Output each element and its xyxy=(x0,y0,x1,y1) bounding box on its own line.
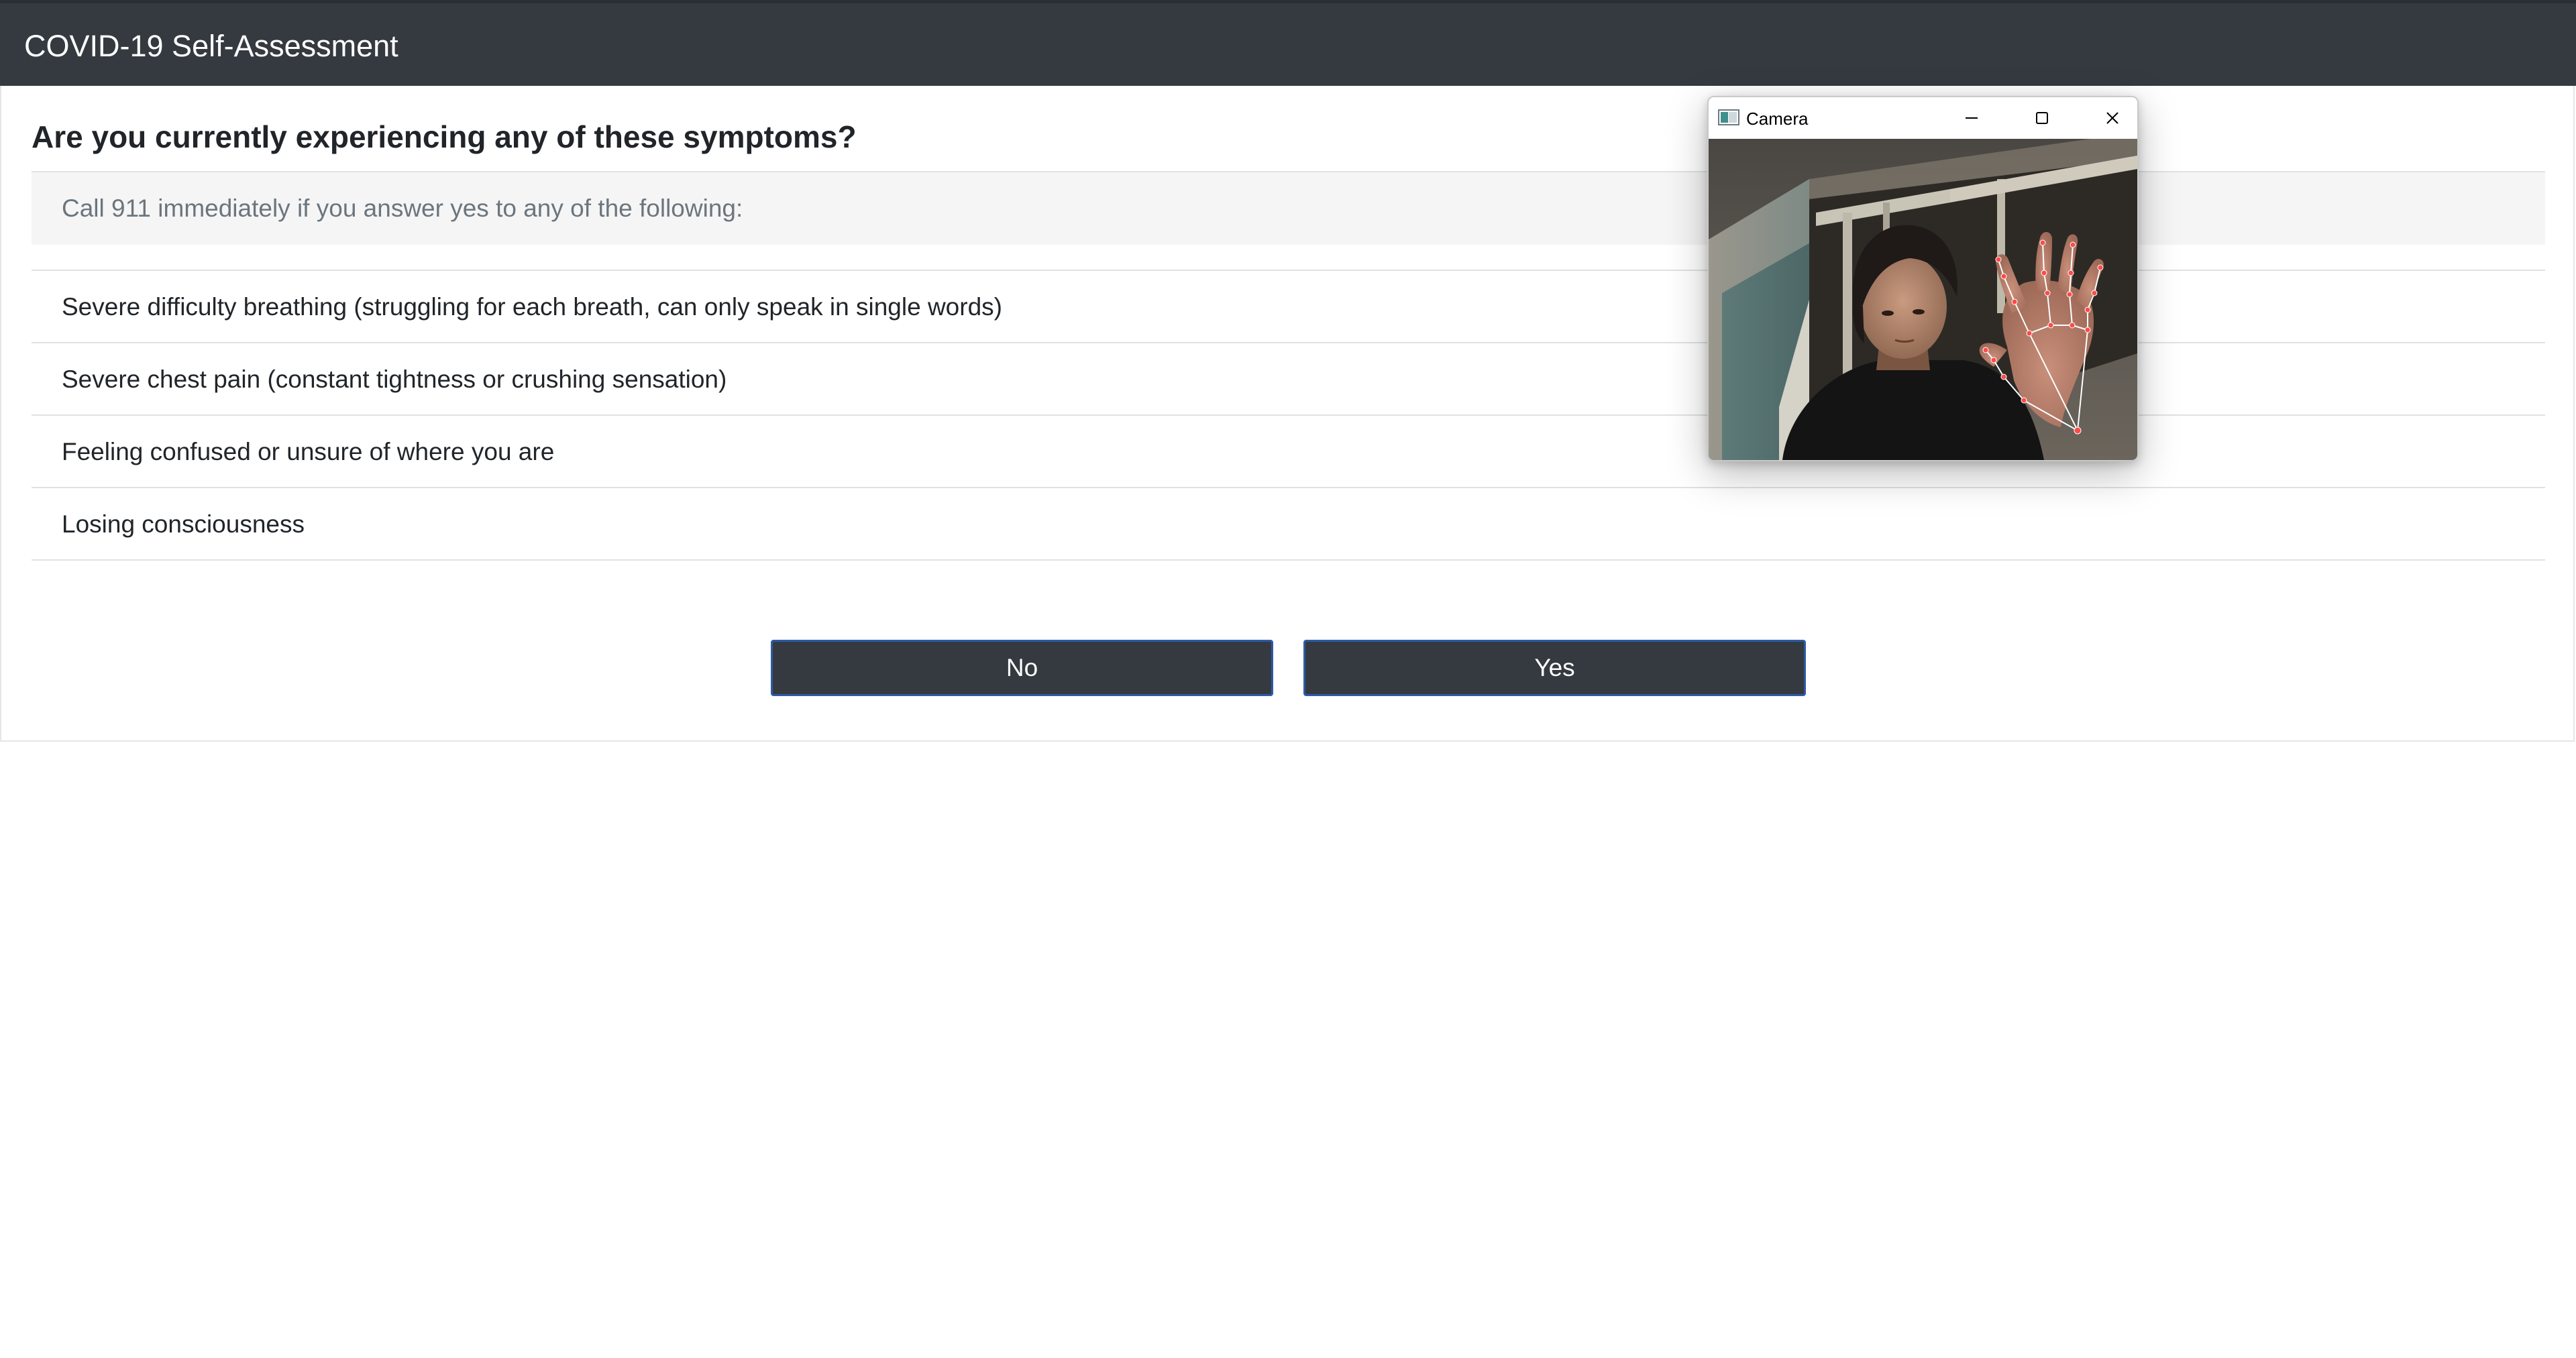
close-icon xyxy=(2106,112,2118,124)
minimize-button[interactable] xyxy=(1948,104,1995,132)
symptom-label: Losing consciousness xyxy=(62,510,305,538)
navbar-brand[interactable]: COVID-19 Self-Assessment xyxy=(24,29,398,64)
camera-titlebar[interactable]: Camera xyxy=(1709,97,2137,139)
camera-app-icon xyxy=(1718,109,1739,125)
maximize-icon xyxy=(2036,112,2048,124)
symptom-label: Severe chest pain (constant tightness or… xyxy=(62,365,727,393)
question-title: Are you currently experiencing any of th… xyxy=(32,119,857,154)
list-item: Severe chest pain (constant tightness or… xyxy=(32,342,2545,414)
list-item: Feeling confused or unsure of where you … xyxy=(32,414,2545,487)
list-item: Severe difficulty breathing (struggling … xyxy=(32,270,2545,342)
symptom-list: Severe difficulty breathing (struggling … xyxy=(32,270,2545,561)
symptom-label: Feeling confused or unsure of where you … xyxy=(62,438,555,465)
list-item: Losing consciousness xyxy=(32,487,2545,561)
symptom-label: Severe difficulty breathing (struggling … xyxy=(62,293,1002,321)
camera-window[interactable]: Camera xyxy=(1707,96,2139,461)
camera-window-title: Camera xyxy=(1746,109,1809,129)
camera-feed xyxy=(1709,139,2137,460)
yes-button[interactable]: Yes xyxy=(1303,640,1806,696)
navbar: COVID-19 Self-Assessment xyxy=(0,0,2576,86)
camera-feed-image xyxy=(1709,139,2137,460)
minimize-icon xyxy=(1966,117,1978,119)
no-button[interactable]: No xyxy=(771,640,1273,696)
close-button[interactable] xyxy=(2089,104,2136,132)
emergency-notice-text: Call 911 immediately if you answer yes t… xyxy=(62,194,743,222)
maximize-button[interactable] xyxy=(2019,104,2065,132)
emergency-notice: Call 911 immediately if you answer yes t… xyxy=(32,172,2545,245)
